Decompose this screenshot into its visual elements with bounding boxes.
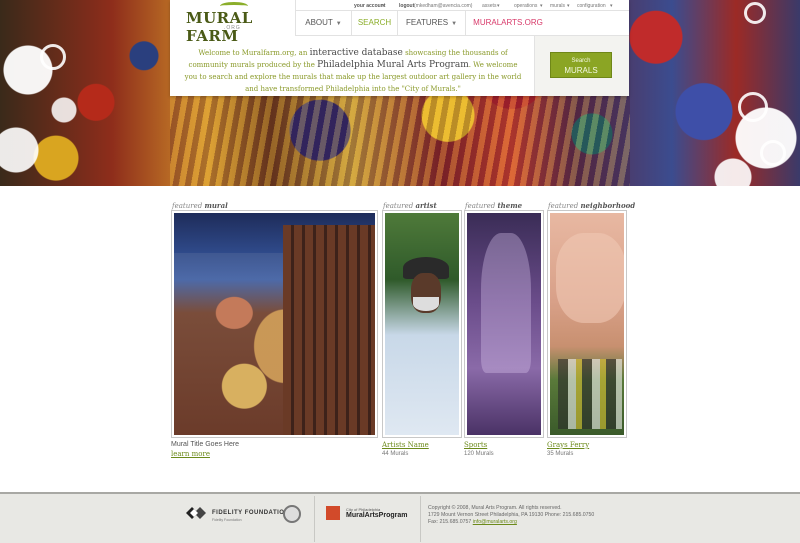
nav-search[interactable]: SEARCH — [352, 11, 398, 35]
neighborhood-photo — [550, 213, 624, 435]
mural-photo — [174, 213, 375, 435]
search-murals-button[interactable]: Search MURALS — [550, 52, 612, 78]
utility-bar: your account ▾ logout (mkedham@avencia.c… — [296, 0, 629, 11]
hero-ring-decoration — [760, 140, 786, 166]
nav-features-label: FEATURES — [405, 18, 449, 27]
featured-mural-title: Mural Title Goes Here — [171, 441, 240, 448]
user-email: (mkedham@avencia.com) — [414, 3, 473, 9]
neighborhood-name-link[interactable]: Grays Ferry — [547, 441, 589, 449]
fidelity-foundation-subtext: Fidelity Foundation — [212, 518, 242, 522]
caret-down-icon: ▼ — [451, 21, 458, 27]
hero-butterfly-wing — [170, 96, 630, 186]
hero-ring-decoration — [744, 2, 766, 24]
theme-mural-count: 120 Murals — [464, 451, 494, 457]
nav-about[interactable]: ABOUT ▼ — [296, 11, 352, 35]
mural-photo-building — [283, 225, 375, 435]
featured-prefix: featured — [172, 202, 203, 210]
logout-link[interactable]: logout — [399, 3, 414, 9]
mural-arts-logo-icon — [326, 506, 340, 520]
assets-menu[interactable]: assets — [482, 3, 496, 9]
caret-down-icon: ▼ — [335, 21, 342, 27]
city-seal-icon — [283, 505, 301, 523]
copyright-text: Copyright © 2008, Mural Arts Program. Al… — [428, 505, 562, 511]
logo-subtext: .ORG — [224, 25, 241, 31]
hero-paint-splash-left — [0, 0, 100, 186]
featured-theme-image[interactable] — [464, 210, 544, 438]
welcome-highlight: Philadelphia Mural Arts Program — [317, 60, 469, 70]
logo[interactable]: MURAL FARM .ORG — [170, 0, 296, 45]
fidelity-logo-icon — [186, 507, 206, 519]
chevron-down-icon: ▾ — [382, 3, 385, 9]
featured-prefix: featured — [548, 202, 579, 210]
search-area: Search MURALS — [534, 36, 629, 96]
nav-search-label: SEARCH — [357, 18, 392, 27]
featured-neighborhood-heading: neighborhood — [580, 201, 636, 210]
featured-artist-image[interactable] — [382, 210, 462, 438]
hero-ring-decoration — [40, 44, 66, 70]
chevron-down-icon: ▾ — [610, 3, 613, 9]
neighborhood-photo-kids — [558, 359, 622, 429]
chevron-down-icon: ▾ — [497, 3, 500, 9]
welcome-highlight: interactive database — [309, 48, 403, 58]
welcome-text: Welcome to Muralfarm.org, an interactive… — [182, 47, 524, 95]
search-button-line1: Search — [571, 58, 591, 64]
footer-contact: Copyright © 2008, Mural Arts Program. Al… — [428, 505, 648, 526]
nav-muralarts[interactable]: MURALARTS.ORG — [466, 11, 550, 35]
artist-name-link[interactable]: Artists Name — [382, 441, 429, 449]
welcome-text-part: Welcome to Muralfarm.org, an — [198, 49, 310, 57]
featured-prefix: featured — [383, 202, 414, 210]
hero-ring-decoration — [738, 92, 768, 122]
configuration-menu[interactable]: configuration — [577, 3, 606, 9]
main-nav: ABOUT ▼ SEARCH FEATURES ▼ MURALARTS.ORG — [296, 11, 629, 36]
featured-mural-label: featured mural — [172, 201, 228, 210]
fidelity-foundation-name: FIDELITY FOUNDATION — [212, 510, 290, 516]
nav-about-label: ABOUT — [305, 18, 333, 27]
murals-menu[interactable]: murals — [550, 3, 565, 9]
operations-menu[interactable]: operations — [514, 3, 537, 9]
chevron-down-icon: ▾ — [567, 3, 570, 9]
featured-theme-label: featured theme — [465, 201, 522, 210]
fax-line: Fax: 215.685.0757 info@muralarts.org — [428, 519, 648, 526]
nav-features[interactable]: FEATURES ▼ — [398, 11, 466, 35]
featured-mural-heading: mural — [204, 201, 228, 210]
theme-photo-figure — [481, 233, 531, 373]
nav-muralarts-label: MURALARTS.ORG — [473, 18, 543, 27]
footer-divider — [420, 496, 421, 542]
artist-photo — [385, 213, 459, 435]
featured-prefix: featured — [465, 202, 496, 210]
featured-artist-label: featured artist — [383, 201, 437, 210]
theme-photo — [467, 213, 541, 435]
learn-more-link[interactable]: learn more — [171, 450, 210, 458]
hero-paint-splash-right — [700, 60, 800, 186]
artist-photo-beard — [413, 297, 439, 311]
featured-artist-heading: artist — [415, 201, 437, 210]
your-account-link[interactable]: your account — [354, 3, 385, 9]
address-text: 1729 Mount Vernon Street Philadelphia, P… — [428, 512, 595, 518]
search-button-line2: MURALS — [564, 66, 598, 75]
mural-arts-program-name[interactable]: MuralArtsProgram — [346, 512, 407, 519]
header-panel: MURAL FARM .ORG your account ▾ logout (m… — [170, 0, 629, 96]
featured-neighborhood-label: featured neighborhood — [548, 201, 635, 210]
chevron-down-icon: ▾ — [540, 3, 543, 9]
artist-mural-count: 44 Murals — [382, 451, 409, 457]
featured-mural-image[interactable] — [171, 210, 378, 438]
email-link[interactable]: info@muralarts.org — [473, 519, 517, 525]
featured-neighborhood-image[interactable] — [547, 210, 627, 438]
theme-name-link[interactable]: Sports — [464, 441, 487, 449]
footer: FIDELITY FOUNDATION Fidelity Foundation … — [0, 492, 800, 543]
fax-text: Fax: 215.685.0757 — [428, 519, 472, 525]
neighborhood-mural-count: 35 Murals — [547, 451, 574, 457]
neighborhood-photo-hands — [556, 233, 624, 323]
featured-theme-heading: theme — [497, 201, 523, 210]
footer-divider — [314, 496, 315, 542]
